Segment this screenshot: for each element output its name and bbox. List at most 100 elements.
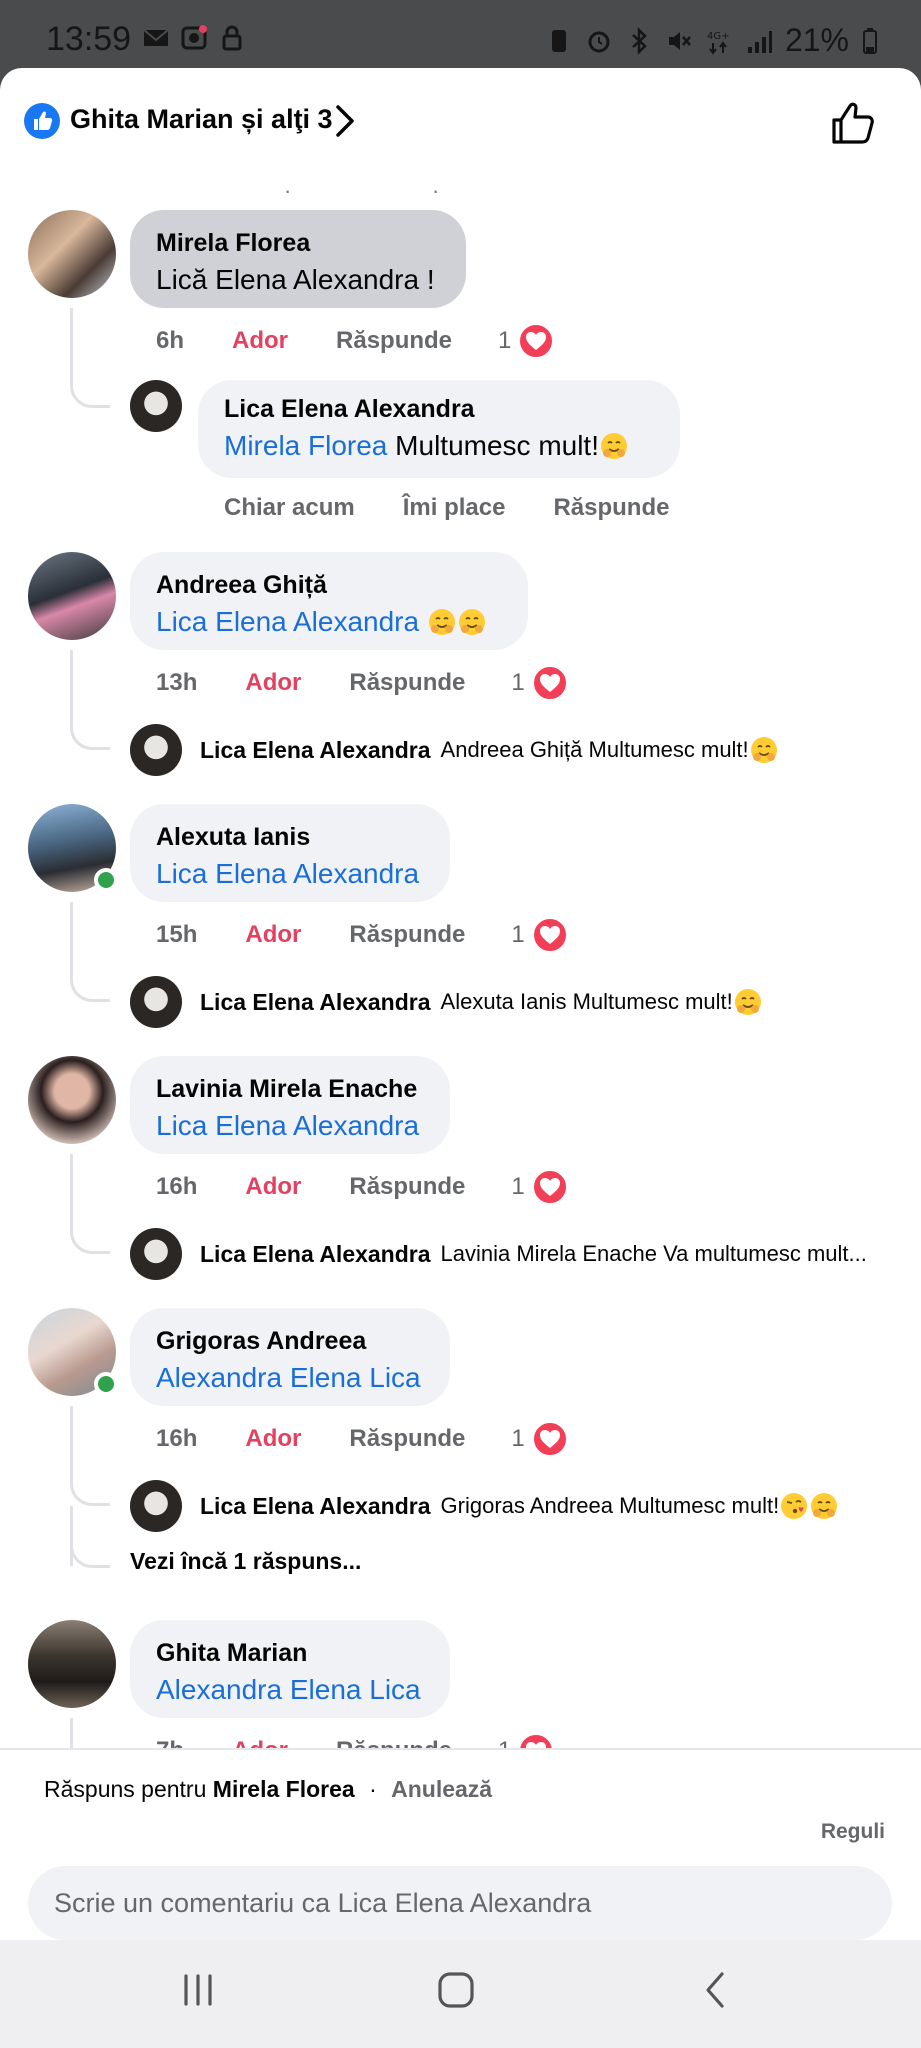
avatar[interactable] — [130, 380, 182, 432]
mention-link[interactable]: Alexandra Elena Lica — [156, 1674, 421, 1705]
reply-button[interactable]: Răspunde — [336, 1737, 452, 1748]
thread-line — [70, 650, 110, 750]
love-button[interactable]: Ador — [245, 669, 301, 697]
back-icon[interactable] — [696, 1970, 736, 2010]
reply-button[interactable]: Răspunde — [553, 494, 669, 522]
comment-bubble[interactable]: Andreea Ghiță Lica Elena Alexandra — [130, 552, 528, 650]
reply-text: Lavinia Mirela Enache Va multumesc mult.… — [440, 1241, 867, 1266]
reaction-count[interactable]: 1 — [511, 1173, 524, 1201]
battery-percent: 21% — [784, 22, 849, 58]
4g-icon: 4G+ — [707, 31, 730, 55]
like-button[interactable]: Îmi place — [403, 494, 506, 522]
reply-author[interactable]: Lica Elena Alexandra — [200, 1241, 431, 1268]
alarm-icon — [588, 31, 610, 52]
reply-button[interactable]: Răspunde — [349, 1425, 465, 1453]
thread-line — [70, 1154, 110, 1254]
signal-icon — [747, 30, 772, 53]
comment-actions: 13h Ador Răspunde 1 — [156, 664, 569, 702]
comment-time: 16h — [156, 1173, 198, 1200]
avatar[interactable] — [130, 1228, 182, 1280]
love-button[interactable]: Ador — [245, 1425, 301, 1453]
comment-author[interactable]: Grigoras Andreea — [156, 1324, 424, 1358]
svg-text:4G+: 4G+ — [707, 31, 730, 42]
avatar[interactable] — [28, 552, 116, 640]
reply-preview[interactable]: Lica Elena Alexandra Grigoras Andreea Mu… — [130, 1480, 839, 1532]
comment-author[interactable]: Alexuta Ianis — [156, 820, 424, 854]
recent-apps-icon[interactable] — [178, 1970, 218, 2010]
mention-link[interactable]: Lica Elena Alexandra — [156, 606, 419, 637]
reply-button[interactable]: Răspunde — [336, 327, 452, 355]
comment-author[interactable]: Andreea Ghiță — [156, 568, 502, 602]
comment-composer: Răspuns pentru Mirela Florea · Anulează … — [0, 1748, 921, 1940]
reaction-count[interactable]: 1 — [511, 1425, 524, 1453]
home-icon[interactable] — [436, 1970, 476, 2010]
heart-icon — [517, 1732, 556, 1748]
reply-prefix: Răspuns pentru — [44, 1776, 207, 1802]
mention-link[interactable]: Lica Elena Alexandra — [156, 1110, 419, 1141]
comment-input[interactable] — [28, 1866, 892, 1940]
avatar[interactable] — [130, 724, 182, 776]
comment-bubble[interactable]: Ghita Marian Alexandra Elena Lica — [130, 1620, 450, 1718]
kissing-face-emoji-icon — [781, 1493, 808, 1519]
love-button[interactable]: Ador — [232, 327, 288, 355]
reply-button[interactable]: Răspunde — [349, 669, 465, 697]
reply-author[interactable]: Lica Elena Alexandra — [200, 1493, 431, 1520]
replying-to-bar: Răspuns pentru Mirela Florea · Anulează — [44, 1776, 492, 1803]
reply-bubble[interactable]: Lica Elena Alexandra Mirela Florea Multu… — [198, 380, 680, 478]
reply-preview[interactable]: Lica Elena Alexandra Lavinia Mirela Enac… — [130, 1228, 867, 1280]
reply-button[interactable]: Răspunde — [349, 921, 465, 949]
reply-text: Grigoras Andreea Multumesc mult! — [440, 1493, 780, 1518]
comment-text: Lică Elena Alexandra ! — [156, 264, 435, 295]
comments-list[interactable]: · · Mirela Florea Lică Elena Alexandra !… — [0, 178, 921, 1748]
reply-text: Andreea Ghiță Multumesc mult! — [440, 737, 749, 762]
comment-author[interactable]: Ghita Marian — [156, 1636, 424, 1670]
love-button[interactable]: Ador — [245, 1173, 301, 1201]
comment-time: 7h — [156, 1737, 184, 1748]
reply-preview[interactable]: Lica Elena Alexandra Alexuta Ianis Multu… — [130, 976, 763, 1028]
system-nav-bar — [0, 1940, 921, 2048]
view-more-replies[interactable]: Vezi încă 1 răspuns... — [130, 1548, 361, 1575]
thumbs-up-icon[interactable] — [828, 98, 878, 148]
avatar[interactable] — [28, 1620, 116, 1708]
reply-author[interactable]: Lica Elena Alexandra — [200, 737, 431, 764]
avatar[interactable] — [130, 976, 182, 1028]
comment-bubble[interactable]: Lavinia Mirela Enache Lica Elena Alexand… — [130, 1056, 450, 1154]
mention-link[interactable]: Alexandra Elena Lica — [156, 1362, 421, 1393]
avatar[interactable] — [130, 1480, 182, 1532]
hugging-face-emoji-icon — [811, 1493, 838, 1519]
avatar[interactable] — [28, 210, 116, 298]
reaction-count[interactable]: 1 — [511, 669, 524, 697]
chevron-right-icon[interactable] — [332, 101, 358, 141]
mute-icon — [668, 31, 691, 50]
rules-link[interactable]: Reguli — [821, 1820, 885, 1844]
reactions-header[interactable]: Ghita Marian și alţi 3 — [0, 68, 921, 178]
reactions-summary[interactable]: Ghita Marian și alţi 3 — [70, 104, 333, 135]
comment-author[interactable]: Mirela Florea — [156, 226, 440, 260]
reply-author[interactable]: Lica Elena Alexandra — [224, 392, 654, 426]
reply-author[interactable]: Lica Elena Alexandra — [200, 989, 431, 1016]
mention-link[interactable]: Mirela Florea — [224, 430, 387, 461]
love-button[interactable]: Ador — [245, 921, 301, 949]
comment-bubble[interactable]: Grigoras Andreea Alexandra Elena Lica — [130, 1308, 450, 1406]
comment-text: Lica Elena Alexandra — [156, 1106, 424, 1146]
thread-line — [70, 308, 110, 408]
reply-target: Mirela Florea — [212, 1776, 355, 1802]
reply-text: Mirela Florea Multumesc mult! — [224, 426, 654, 466]
reaction-count[interactable]: 1 — [498, 327, 511, 355]
cancel-reply-button[interactable]: Anulează — [391, 1776, 492, 1802]
comment-bubble[interactable]: Alexuta Ianis Lica Elena Alexandra — [130, 804, 450, 902]
avatar[interactable] — [28, 1056, 116, 1144]
comment-bubble[interactable]: Mirela Florea Lică Elena Alexandra ! — [130, 210, 466, 308]
mention-link[interactable]: Lica Elena Alexandra — [156, 858, 419, 889]
reply-button[interactable]: Răspunde — [349, 1173, 465, 1201]
heart-icon — [517, 322, 556, 360]
reply-preview[interactable]: Lica Elena Alexandra Andreea Ghiță Multu… — [130, 724, 779, 776]
reply-time: Chiar acum — [224, 494, 355, 521]
comment-author[interactable]: Lavinia Mirela Enache — [156, 1072, 424, 1106]
love-button[interactable]: Ador — [232, 1737, 288, 1748]
reaction-count[interactable]: 1 — [498, 1737, 511, 1748]
divider-dot: · — [284, 178, 292, 203]
status-bar: 13:59 4G+ 21% — [0, 0, 921, 68]
comment-text: Alexandra Elena Lica — [156, 1670, 424, 1710]
reaction-count[interactable]: 1 — [511, 921, 524, 949]
